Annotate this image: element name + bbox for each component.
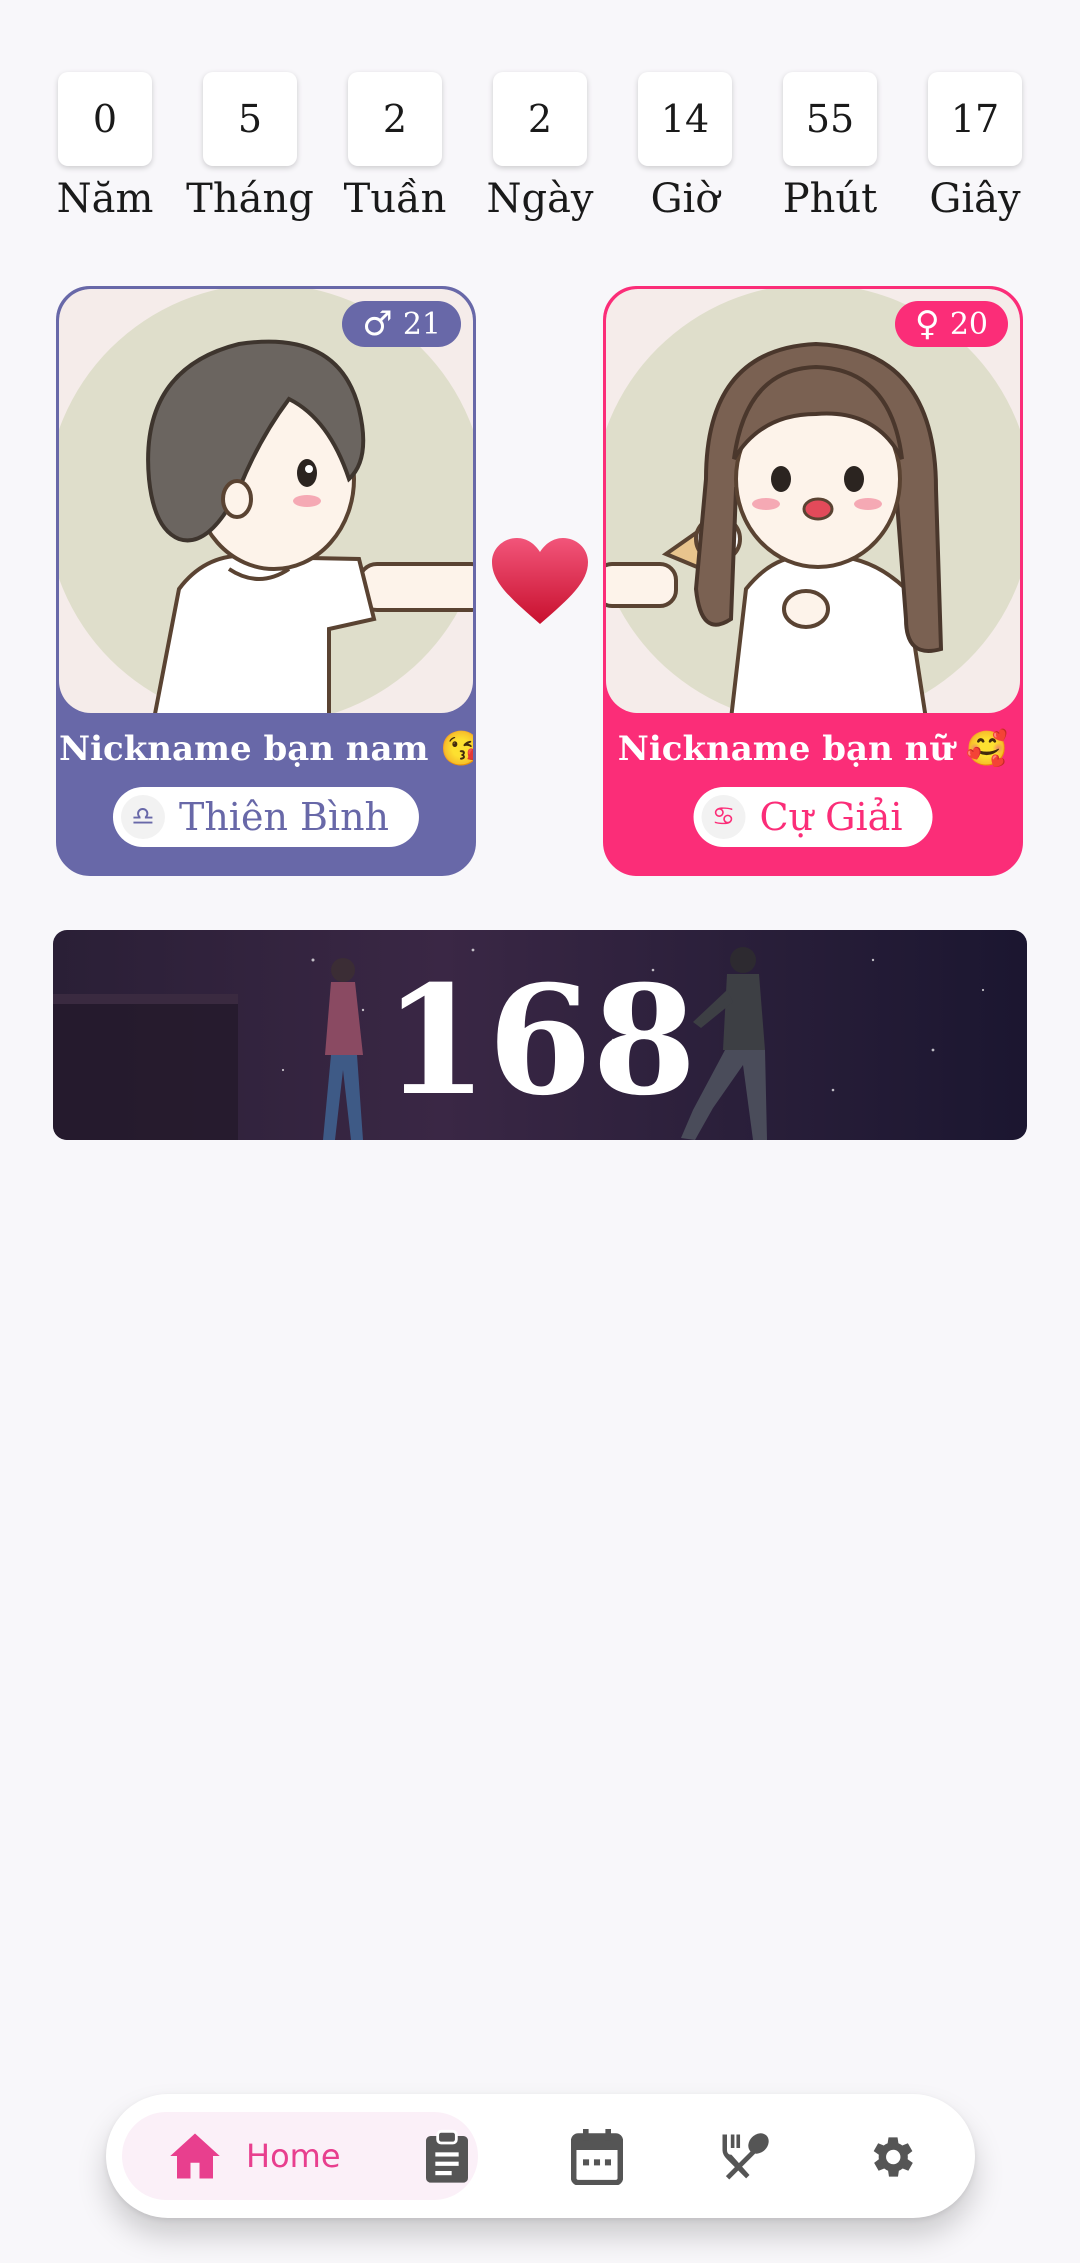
nav-dining-button[interactable]	[710, 2122, 780, 2192]
calendar-icon	[571, 2129, 623, 2185]
counter-label: Tháng	[186, 176, 314, 222]
duration-counter: 0 Năm 5 Tháng 2 Tuần 2 Ngày 14 Giờ 55 Ph…	[50, 72, 1030, 242]
nav-settings-button[interactable]	[856, 2122, 926, 2192]
fork-spoon-icon	[722, 2133, 769, 2180]
cancer-icon: ♋	[701, 795, 746, 839]
counter-label: Giờ	[650, 176, 720, 222]
female-avatar[interactable]: ♀ 20	[606, 289, 1020, 713]
heart-icon	[492, 538, 588, 624]
female-zodiac-pill[interactable]: ♋ Cự Giải	[693, 787, 933, 847]
female-profile-card[interactable]: ♀ 20 Nickname bạn nữ 🥰 ♋ Cự Giải	[603, 286, 1023, 876]
libra-icon: ♎	[120, 795, 165, 839]
counter-value: 5	[203, 72, 297, 166]
counter-label: Ngày	[486, 176, 594, 222]
counter-days: 2 Ngày	[485, 72, 595, 242]
male-avatar[interactable]: ♂ 21	[59, 289, 473, 713]
clipboard-icon	[426, 2129, 468, 2183]
counter-seconds: 17 Giây	[920, 72, 1030, 242]
gear-icon	[873, 2137, 913, 2177]
counter-weeks: 2 Tuần	[340, 72, 450, 242]
nav-home-label: Home	[246, 2137, 341, 2175]
counter-months: 5 Tháng	[186, 72, 314, 242]
female-zodiac-label: Cự Giải	[759, 795, 903, 839]
male-avatar-illustration	[59, 289, 473, 713]
counter-hours: 14 Giờ	[630, 72, 740, 242]
female-symbol-icon: ♀	[914, 304, 940, 344]
home-icon	[170, 2133, 220, 2179]
age-badge: ♂ 21	[342, 301, 461, 347]
counter-label: Giây	[929, 176, 1021, 222]
days-count: 168	[383, 953, 697, 1129]
age-value: 20	[949, 306, 988, 342]
counter-value: 14	[638, 72, 732, 166]
female-avatar-illustration	[606, 289, 1020, 713]
counter-years: 0 Năm	[50, 72, 160, 242]
counter-value: 17	[928, 72, 1022, 166]
counter-value: 0	[58, 72, 152, 166]
male-profile-card[interactable]: ♂ 21 Nickname bạn nam 😘 ♎ Thiên Bình	[56, 286, 476, 876]
male-symbol-icon: ♂	[362, 304, 393, 344]
counter-label: Năm	[56, 176, 154, 222]
nav-calendar-button[interactable]	[562, 2122, 632, 2192]
female-nickname[interactable]: Nickname bạn nữ 🥰	[606, 729, 1020, 769]
days-together-banner[interactable]: 168	[53, 930, 1027, 1140]
counter-minutes: 55 Phút	[775, 72, 885, 242]
counter-value: 2	[348, 72, 442, 166]
age-value: 21	[402, 306, 441, 342]
counter-label: Tuần	[343, 176, 447, 222]
nav-notes-button[interactable]	[412, 2122, 482, 2192]
counter-label: Phút	[782, 176, 878, 222]
male-zodiac-pill[interactable]: ♎ Thiên Bình	[112, 787, 420, 847]
male-nickname[interactable]: Nickname bạn nam 😘	[59, 729, 473, 769]
age-badge: ♀ 20	[894, 301, 1008, 347]
male-zodiac-label: Thiên Bình	[178, 795, 390, 839]
counter-value: 2	[493, 72, 587, 166]
bottom-navigation: Home	[106, 2094, 975, 2218]
counter-value: 55	[783, 72, 877, 166]
